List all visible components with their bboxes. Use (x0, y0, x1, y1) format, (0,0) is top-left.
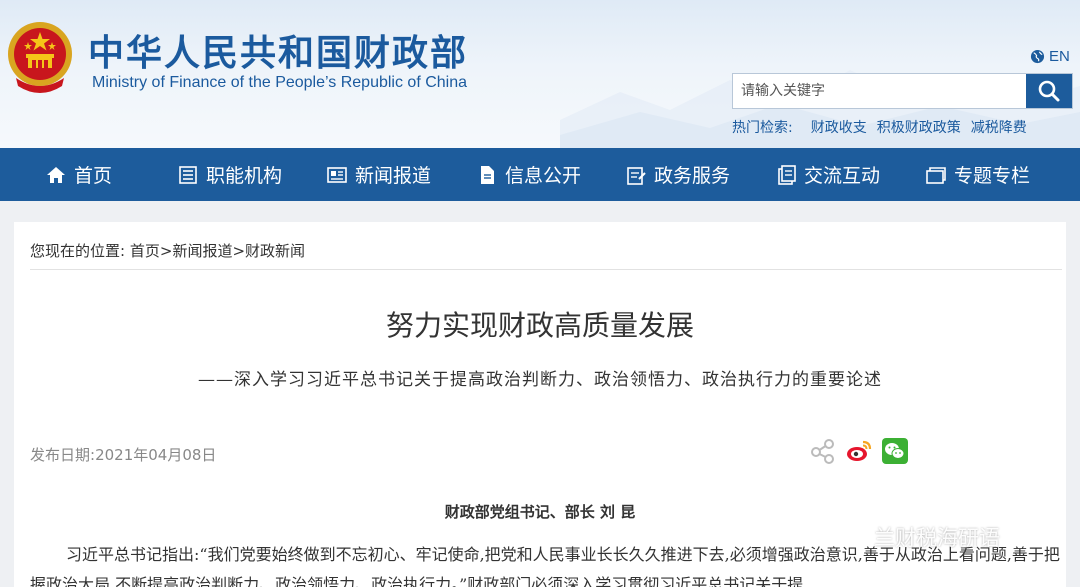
nav-item-topics[interactable]: 专题专栏 (926, 148, 1030, 201)
watermark-text: 兰财税海研语 (874, 526, 1000, 550)
main-nav: 首页 职能机构 新闻报道 信息公开 政务服务 交流互动 专题专栏 (0, 148, 1080, 201)
hot-search-item[interactable]: 减税降费 (971, 117, 1027, 137)
emblem-icon[interactable] (6, 20, 74, 94)
share-icon[interactable] (810, 438, 836, 464)
document-icon (481, 165, 494, 184)
site-title-cn[interactable]: 中华人民共和国财政部 (88, 24, 468, 76)
wechat-watermark-icon (842, 526, 868, 547)
wechat-icon[interactable] (882, 438, 908, 464)
globe-icon (1030, 49, 1045, 64)
topic-icon (926, 166, 946, 184)
interact-icon (778, 164, 796, 185)
hot-search-item[interactable]: 积极财政政策 (877, 117, 961, 137)
breadcrumb-prefix: 您现在的位置: (30, 242, 126, 260)
list-icon (179, 165, 197, 184)
search-icon (1038, 80, 1060, 102)
home-icon (47, 166, 65, 183)
article-author: 财政部党组书记、部长 刘 昆 (444, 503, 636, 521)
article-title: 努力实现财政高质量发展 (385, 309, 694, 342)
watermark: 兰财税海研语 (842, 522, 1000, 552)
share-bar (810, 438, 908, 464)
nav-item-label: 专题专栏 (954, 165, 1031, 187)
language-switch[interactable]: EN (1030, 48, 1070, 65)
news-icon (327, 166, 347, 183)
search-box (732, 73, 1073, 109)
article-subtitle: ——深入学习习近平总书记关于提高政治判断力、政治领悟力、政治执行力的重要论述 (198, 370, 882, 390)
publish-date-label: 发布日期: (30, 446, 96, 464)
nav-item-label: 新闻报道 (355, 165, 432, 187)
site-title-en[interactable]: Ministry of Finance of the People’s Repu… (92, 74, 467, 92)
nav-item-functions[interactable]: 职能机构 (178, 148, 282, 201)
nav-item-label: 职能机构 (206, 165, 283, 187)
breadcrumb-finance-news[interactable]: 财政新闻 (245, 242, 305, 260)
breadcrumb: 您现在的位置: 首页>新闻报道>财政新闻 (30, 240, 305, 261)
search-button[interactable] (1026, 74, 1072, 108)
service-icon (627, 166, 646, 185)
breadcrumb-separator: > (232, 242, 246, 260)
breadcrumb-news[interactable]: 新闻报道 (172, 242, 232, 260)
nav-item-label: 交流互动 (804, 165, 881, 187)
divider (30, 269, 1062, 270)
hot-search-label: 热门检索: (732, 120, 793, 136)
nav-item-home[interactable]: 首页 (46, 148, 112, 201)
search-input[interactable] (733, 74, 1026, 108)
nav-item-interaction[interactable]: 交流互动 (776, 148, 880, 201)
publish-date: 发布日期:2021年04月08日 (30, 444, 216, 465)
publish-date-value: 2021年04月08日 (95, 446, 217, 464)
hot-search: 热门检索: 财政收支 积极财政政策 减税降费 (732, 117, 1027, 137)
language-label: EN (1049, 48, 1070, 65)
nav-item-services[interactable]: 政务服务 (626, 148, 730, 201)
weibo-icon[interactable] (846, 438, 872, 464)
nav-item-label: 政务服务 (654, 165, 731, 187)
breadcrumb-home[interactable]: 首页 (130, 242, 160, 260)
hot-search-item[interactable]: 财政收支 (811, 117, 867, 137)
breadcrumb-separator: > (159, 242, 173, 260)
site-header: 中华人民共和国财政部 Ministry of Finance of the Pe… (0, 0, 1080, 148)
nav-item-label: 信息公开 (505, 165, 582, 187)
nav-item-label: 首页 (74, 165, 113, 187)
nav-item-news[interactable]: 新闻报道 (327, 148, 431, 201)
nav-item-info-disclosure[interactable]: 信息公开 (477, 148, 581, 201)
